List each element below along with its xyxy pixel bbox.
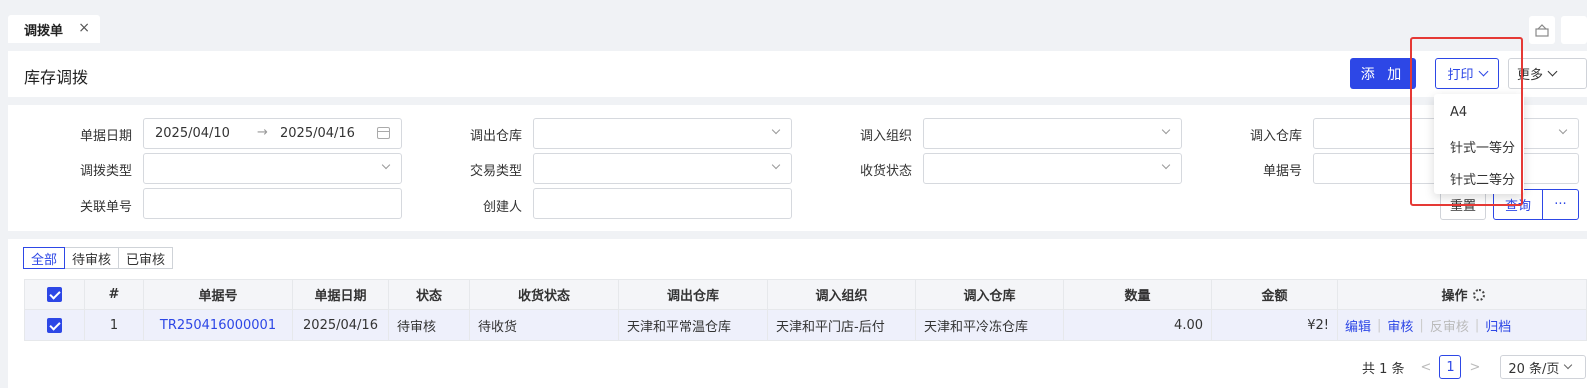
divider: | (1377, 317, 1382, 333)
row-actions: 编辑 | 审核 | 反审核 | 归档 (1338, 310, 1587, 340)
list-panel: 全部 待审核 已审核 # 单据号 单据日期 状态 收货状态 调出仓库 调入组织 … (8, 239, 1587, 388)
print-option-dot-2[interactable]: 针式二等分 (1450, 169, 1515, 188)
total-count: 共 1 条 (1362, 361, 1405, 377)
archive-link[interactable]: 归档 (1485, 316, 1511, 335)
unapprove-link: 反审核 (1429, 319, 1469, 335)
col-receive-status: 收货状态 (470, 280, 619, 309)
receive-status-select[interactable] (923, 153, 1182, 184)
select-all-checkbox[interactable] (47, 287, 62, 302)
creator-input[interactable] (533, 188, 792, 219)
approve-link[interactable]: 审核 (1387, 316, 1413, 335)
calendar-icon (377, 127, 390, 139)
creator-label: 创建人 (482, 200, 522, 215)
gear-icon[interactable] (1472, 288, 1485, 301)
row-amount: ¥2! (1212, 310, 1338, 340)
in-org-label: 调入组织 (859, 129, 912, 144)
row-in-warehouse: 天津和平冷冻仓库 (916, 310, 1064, 340)
col-doc-no: 单据号 (144, 280, 293, 309)
col-qty: 数量 (1064, 280, 1212, 309)
tab-transfer-order[interactable]: 调拨单 × (8, 15, 100, 43)
trade-type-label: 交易类型 (469, 164, 522, 179)
chevron-down-icon (771, 125, 781, 135)
row-index: 1 (85, 310, 144, 340)
chevron-down-icon (1161, 125, 1171, 135)
page-size-label: 20 条/页 (1508, 361, 1560, 377)
row-doc-no-link[interactable]: TR250416000001 (144, 310, 293, 340)
row-in-org: 天津和平门店-后付 (768, 310, 916, 340)
filter-panel: 单据日期 2025/04/10 → 2025/04/16 调出仓库 调入组织 调… (8, 105, 1587, 231)
tab-label: 调拨单 (24, 23, 64, 39)
row-receive-status: 待收货 (470, 310, 619, 340)
table-header: # 单据号 单据日期 状态 收货状态 调出仓库 调入组织 调入仓库 数量 金额 … (24, 279, 1587, 310)
col-out-warehouse: 调出仓库 (619, 280, 768, 309)
tab-pending[interactable]: 待审核 (64, 247, 120, 269)
doc-date-label: 单据日期 (79, 129, 132, 144)
col-date: 单据日期 (293, 280, 389, 309)
transfer-type-select[interactable] (143, 153, 402, 184)
chevron-down-icon (1161, 160, 1171, 170)
edit-link[interactable]: 编辑 (1345, 316, 1371, 335)
trade-type-select[interactable] (533, 153, 792, 184)
col-index: # (85, 280, 144, 309)
close-icon[interactable]: × (78, 20, 90, 36)
row-out-warehouse: 天津和平常温仓库 (619, 310, 768, 340)
more-button[interactable]: 更多 (1508, 58, 1587, 89)
tab-menu-icon[interactable] (1561, 16, 1587, 44)
tab-all[interactable]: 全部 (23, 247, 66, 269)
related-no-input[interactable] (143, 188, 402, 219)
print-button[interactable]: 打印 (1435, 58, 1499, 89)
col-actions: 操作 (1338, 280, 1587, 309)
print-label: 打印 (1447, 68, 1474, 83)
divider: | (1419, 317, 1424, 333)
arrow-right-icon: → (257, 125, 268, 140)
in-warehouse-label: 调入仓库 (1249, 129, 1302, 144)
chevron-down-icon (1558, 125, 1568, 135)
pagination: 共 1 条 < 1 > 20 条/页 (1362, 355, 1587, 379)
table-row[interactable]: 1 TR250416000001 2025/04/16 待审核 待收货 天津和平… (24, 310, 1587, 341)
tab-bar: 调拨单 × (0, 8, 1587, 44)
print-option-dot-1[interactable]: 针式一等分 (1450, 137, 1515, 156)
page-size-select[interactable]: 20 条/页 (1500, 355, 1587, 379)
date-from: 2025/04/10 (155, 126, 230, 141)
tab-approved[interactable]: 已审核 (118, 247, 174, 269)
date-to: 2025/04/16 (280, 126, 355, 141)
prev-page-icon[interactable]: < (1421, 360, 1432, 375)
out-warehouse-label: 调出仓库 (469, 129, 522, 144)
in-org-select[interactable] (923, 118, 1182, 149)
page-1-button[interactable]: 1 (1439, 355, 1462, 379)
col-in-org: 调入组织 (768, 280, 916, 309)
chevron-down-icon (1478, 66, 1488, 77)
col-amount: 金额 (1212, 280, 1338, 309)
row-select-cell (25, 310, 85, 340)
col-actions-label: 操作 (1441, 289, 1468, 304)
out-warehouse-select[interactable] (533, 118, 792, 149)
page-header: 库存调拨 添 加 打印 更多 (8, 51, 1587, 97)
chevron-down-icon (771, 160, 781, 170)
select-all-cell (25, 280, 85, 309)
next-page-icon[interactable]: > (1469, 360, 1480, 375)
chevron-down-icon (381, 160, 391, 170)
row-date: 2025/04/16 (293, 310, 389, 340)
add-button[interactable]: 添 加 (1350, 58, 1416, 89)
chevron-down-icon (1547, 66, 1558, 77)
row-checkbox[interactable] (47, 317, 62, 333)
doc-no-label: 单据号 (1262, 164, 1302, 179)
chevron-down-icon (1564, 360, 1573, 370)
more-label: 更多 (1517, 68, 1544, 83)
col-in-warehouse: 调入仓库 (916, 280, 1064, 309)
query-more-button[interactable]: ··· (1542, 189, 1579, 220)
page-title: 库存调拨 (24, 68, 89, 87)
home-icon[interactable] (1529, 16, 1555, 44)
row-qty: 4.00 (1064, 310, 1212, 340)
related-no-label: 关联单号 (79, 200, 132, 215)
row-status: 待审核 (389, 310, 470, 340)
transfer-type-label: 调拨类型 (79, 164, 132, 179)
col-status: 状态 (389, 280, 470, 309)
divider: | (1474, 317, 1480, 333)
print-option-a4[interactable]: A4 (1450, 105, 1467, 120)
print-dropdown-menu: A4 针式一等分 针式二等分 (1434, 94, 1524, 194)
doc-date-range[interactable]: 2025/04/10 → 2025/04/16 (143, 118, 402, 149)
status-tabs: 全部 待审核 已审核 (23, 247, 174, 269)
receive-status-label: 收货状态 (859, 164, 912, 179)
